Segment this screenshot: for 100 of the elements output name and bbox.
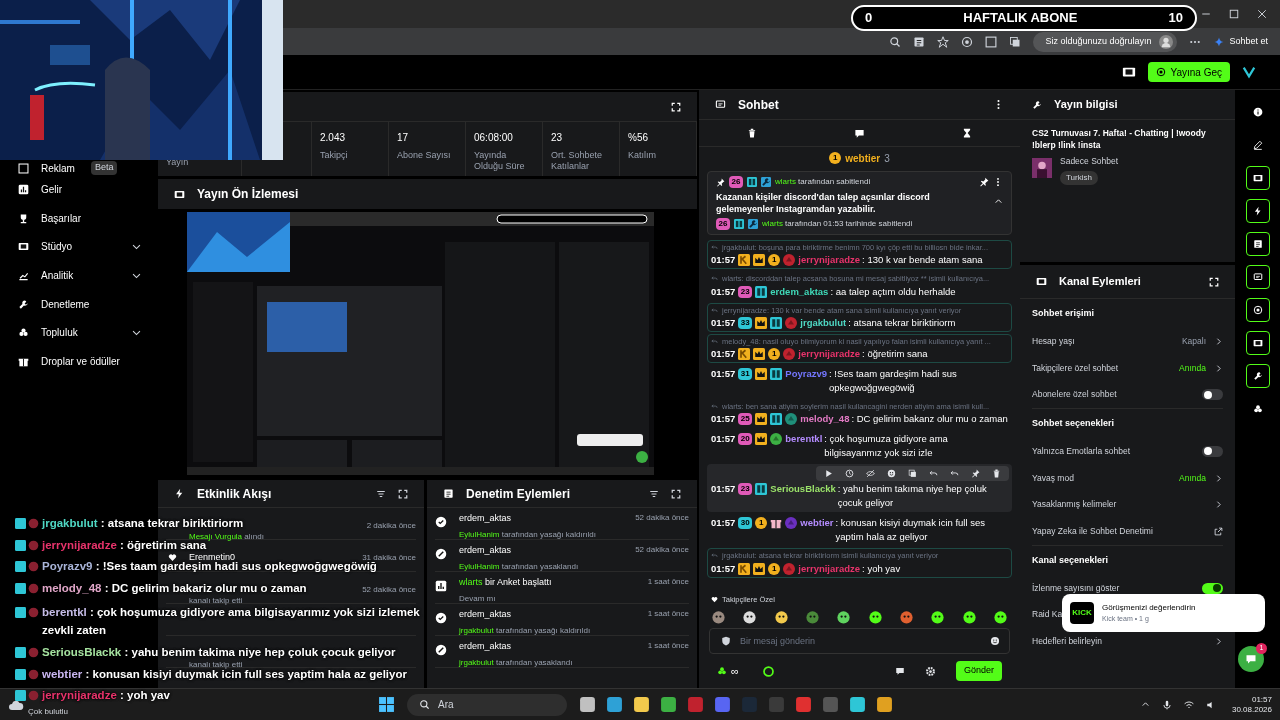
chat-username[interactable]: jerrynijaradze (798, 253, 861, 268)
chat-username[interactable]: webtier (800, 516, 834, 531)
setting-label: Yapay Zeka ile Sohbet Denetimi (1032, 525, 1153, 538)
sidebar-item[interactable]: Droplar ve ödüller (0, 347, 158, 376)
chat-username[interactable]: SeriousBlackk (770, 482, 836, 497)
section-title: Sohbet erişimi (1032, 306, 1094, 320)
message-text: : aa talep açtım oldu herhalde (830, 284, 957, 299)
stat-label: Ort. Sohbete Katılanlar (551, 150, 604, 173)
gifter-name: webtier (845, 151, 881, 166)
message-time: 01:57 (711, 412, 736, 427)
coin-badge: 1 (768, 562, 781, 575)
setting-label: Takipçilere özel sohbet (1032, 361, 1118, 375)
message-time: 01:57 (711, 284, 736, 299)
moderation-detail: Devam mı (459, 592, 497, 605)
clock-date: 30.08.2026 (1231, 704, 1272, 715)
sidebar-item[interactable]: Başarılar (0, 203, 158, 233)
send-button[interactable]: Gönder (955, 661, 1002, 681)
category-name[interactable]: Sadece Sohbet (1060, 155, 1119, 168)
chat-username[interactable]: melody_48 (800, 412, 850, 427)
sidebar-item[interactable]: Analitik (0, 261, 158, 290)
message-time: 01:57 (711, 561, 736, 576)
go-live-button[interactable]: Yayına Geç (1148, 62, 1230, 82)
panel-title: Yayın Ön İzlemesi (197, 186, 299, 203)
sidebar-item[interactable]: Gelir (0, 175, 158, 204)
chat-message[interactable]: 01:57 31 Poyrazv9 : !Ses taam gardeşim hadi sus opkegwoğgwegöwiğ (707, 365, 1012, 397)
stat-label: Katılım (628, 150, 657, 162)
message-time: 01:57 (711, 253, 736, 268)
subscriber-badge: 31 (738, 368, 753, 380)
goal-title: HAFTALIK ABONE (963, 9, 1078, 28)
message-text: : çok hoşumuza gidiyore ama bilgisayanmız yok sizi izle (824, 432, 949, 461)
chat-username[interactable]: Poyrazv9 (785, 367, 828, 381)
sidebar-item[interactable]: Reklam Beta (0, 161, 158, 175)
moderation-time: 1 saat önce (647, 608, 689, 620)
stat-label: Yayın (166, 157, 190, 169)
kick-logo: KICK (1070, 602, 1094, 624)
weather-text: Çok bulutlu (28, 705, 69, 718)
message-time: 01:57 (711, 482, 736, 497)
section-title: Sohbet seçenekleri (1032, 416, 1115, 430)
overlay-chat-line: berentkl : çok hoşumuza gidiyore ama bilgisayarımız yok sizi izlemek zevkli zaten (42, 605, 421, 638)
activity-detail: kanalı takip etti (189, 661, 243, 669)
moderation-time: 1 saat önce (647, 640, 689, 652)
pinned-text: Kazanan kişiler discord'dan talep açsınlar discord gelemeyenler Instagramdan yazabilir. (716, 191, 931, 215)
coin-badge: 1 (768, 254, 781, 267)
setting-value[interactable]: Anında (1179, 361, 1206, 375)
coin-badge: 1 (768, 348, 781, 360)
activity-time: 2 dakika önce (366, 521, 416, 530)
chat-username[interactable]: jerrynijaradze (798, 561, 861, 576)
moderation-title: erdem_aktas (459, 512, 513, 525)
overlay-chat-line: jrgakbulut : atsana tekrar biriktiriorm (42, 518, 244, 530)
chat-username[interactable]: berentkl (785, 432, 823, 447)
setting-value[interactable]: Anında (1179, 471, 1206, 485)
overlay-chat-line: melody_48 : DC gelirim bakariz olur mu o zaman (42, 582, 307, 594)
taskbar-search[interactable]: Ara (407, 693, 567, 716)
message-time: 01:57 (711, 367, 736, 381)
toast-title: Görüşmenizi değerlendirin (1102, 601, 1196, 614)
subscriber-badge: 33 (738, 316, 753, 329)
copilot-chat-button[interactable]: Sohbet et (1213, 34, 1268, 49)
panel-title: Denetim Eylemleri (466, 485, 571, 503)
sidebar-item[interactable]: Stüdyo (0, 232, 158, 262)
stat-value: 23 (551, 131, 564, 145)
message-time: 01:57 (711, 315, 736, 330)
moderation-detail: EylulHanim tarafından yasaklandı (459, 560, 580, 573)
moderation-title: erdem_aktas (459, 640, 513, 653)
stat-label: Takipçi (320, 150, 349, 162)
subscriber-badge: 20 (738, 433, 753, 446)
verify-button[interactable]: Siz olduğunuzu doğrulayın (1033, 31, 1178, 52)
subscriber-badge: 23 (738, 285, 753, 298)
chat-message[interactable]: 01:57 30 1 webtier : konusan kisiyi duymak icin full ses yaptim hala az geliyor (707, 514, 1012, 547)
chat-message[interactable]: 01:57 23 SeriousBlackk : yahu benim takıma niye hep çoluk çocuk geliyor (707, 464, 1012, 513)
activity-detail: Mesajı Vurgula alındı (189, 533, 264, 541)
activity-time: 52 dakika önce (362, 585, 416, 594)
pinned-footer: wlarts tarafından 01:53 tarihinde sabitlendi (762, 218, 913, 230)
setting-value[interactable]: Kapalı (1181, 334, 1206, 348)
sidebar-item[interactable]: Topluluk (0, 318, 158, 348)
moderation-detail: EylulHanim tarafından yasağı kaldırıldı (459, 528, 597, 541)
stat-value: 2.043 (320, 131, 347, 145)
chat-username[interactable]: jerrynijaradze (798, 347, 861, 361)
subscriber-badge: 23 (738, 483, 753, 496)
stat-value: 17 (397, 131, 410, 145)
panel-title: Sohbet (738, 96, 779, 114)
language-tag: Turkish (1060, 170, 1098, 185)
clock-time: 01:57 (1251, 694, 1272, 705)
pinned-by: wlarts tarafından sabitlendi (775, 176, 871, 188)
sidebar-item[interactable]: Denetleme (0, 289, 158, 319)
chat-message[interactable]: 01:57 20 berentkl : çok hoşumuza gidiyore ama bilgisayanmız yok sizi izle (707, 430, 1012, 463)
message-input[interactable]: Bir mesaj gönderin (709, 628, 1010, 654)
setting-label: İzlenme sayısını göster (1032, 581, 1120, 595)
message-time: 01:57 (711, 432, 736, 447)
setting-label: Yasaklanmış kelimeler (1032, 498, 1117, 512)
chat-username[interactable]: erdem_aktas (770, 284, 829, 299)
activity-time: 31 dakika önce (362, 553, 416, 562)
search-placeholder: Ara (438, 698, 454, 712)
coin-badge: 1 (829, 152, 842, 164)
message-text: : yahu benim takıma niye hep çoluk çocuk geliyor (837, 482, 988, 511)
chat-username[interactable]: jrgakbulut (800, 315, 847, 330)
setting-label: Yalnızca Emotlarla sohbet (1032, 445, 1131, 458)
message-text: : 130 k var bende atam sana (862, 253, 984, 268)
stat-value: 06:08:00 (474, 131, 514, 145)
message-text: : atsana tekrar biriktiriorm (848, 315, 957, 330)
goal-end: 10 (1168, 9, 1183, 28)
